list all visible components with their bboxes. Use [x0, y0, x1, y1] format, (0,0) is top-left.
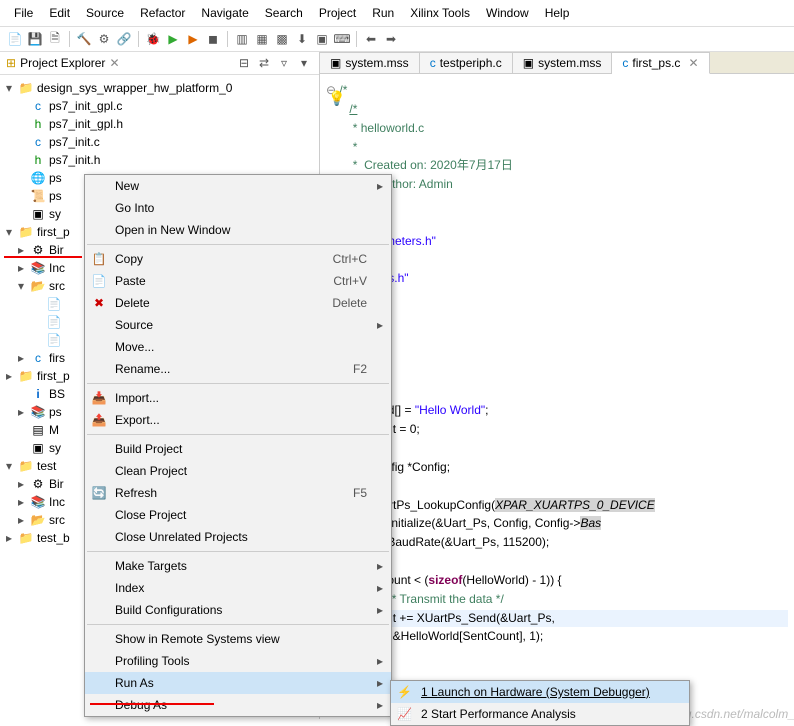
link-icon[interactable]: 🔗 — [115, 30, 133, 48]
submenu-item[interactable]: ⚡1 Launch on Hardware (System Debugger) — [391, 681, 689, 703]
menu-search[interactable]: Search — [259, 4, 309, 22]
menu-index[interactable]: Index▸ — [85, 577, 391, 599]
tree-item[interactable]: cps7_init_gpl.c — [0, 97, 319, 115]
new-icon[interactable]: 📄 — [6, 30, 24, 48]
menu-clean-project[interactable]: Clean Project — [85, 460, 391, 482]
stop-icon[interactable]: ◼ — [204, 30, 222, 48]
tree-item[interactable]: hps7_init.h — [0, 151, 319, 169]
menu-refactor[interactable]: Refactor — [134, 4, 191, 22]
menu-debug-as[interactable]: Debug As▸ — [85, 694, 391, 716]
menu-run-as[interactable]: Run As▸ — [85, 672, 391, 694]
tab-first-ps-c[interactable]: cfirst_ps.c✕ — [612, 52, 709, 74]
back-icon[interactable]: ⬅ — [362, 30, 380, 48]
menu-close-project[interactable]: Close Project — [85, 504, 391, 526]
chip-icon[interactable]: ▥ — [233, 30, 251, 48]
run-as-submenu[interactable]: ⚡1 Launch on Hardware (System Debugger)📈… — [390, 680, 690, 726]
annotation-underline — [4, 256, 82, 258]
menu-file[interactable]: File — [8, 4, 39, 22]
file-icon: c — [622, 56, 628, 70]
submenu-item[interactable]: 📈2 Start Performance Analysis — [391, 703, 689, 725]
menu-go-into[interactable]: Go Into — [85, 197, 391, 219]
tool-icon[interactable]: ⚙ — [95, 30, 113, 48]
menu-xilinx-tools[interactable]: Xilinx Tools — [404, 4, 476, 22]
fpga-icon[interactable]: ▩ — [273, 30, 291, 48]
menu-move-[interactable]: Move... — [85, 336, 391, 358]
menu-paste[interactable]: 📄PasteCtrl+V — [85, 270, 391, 292]
menu-export-[interactable]: 📤Export... — [85, 409, 391, 431]
explorer-icon: ⊞ — [6, 56, 16, 70]
run-icon[interactable]: ▶ — [164, 30, 182, 48]
tab-testperiph-c[interactable]: ctestperiph.c — [420, 52, 513, 73]
tab-system-mss-2[interactable]: ▣system.mss — [513, 52, 613, 73]
menu-rename-[interactable]: Rename...F2 — [85, 358, 391, 380]
menu-edit[interactable]: Edit — [43, 4, 76, 22]
file-icon: c — [430, 56, 436, 70]
tabbar: ▣system.mss ctestperiph.c ▣system.mss cf… — [320, 52, 794, 74]
link-editor-icon[interactable]: ⇄ — [255, 55, 273, 71]
menu-import-[interactable]: 📥Import... — [85, 387, 391, 409]
menu-window[interactable]: Window — [480, 4, 535, 22]
forward-icon[interactable]: ➡ — [382, 30, 400, 48]
menu-refresh[interactable]: 🔄RefreshF5 — [85, 482, 391, 504]
tree-item[interactable]: hps7_init_gpl.h — [0, 115, 319, 133]
context-menu[interactable]: New▸Go IntoOpen in New Window 📋CopyCtrl+C… — [84, 174, 392, 717]
menu-close-unrelated-projects[interactable]: Close Unrelated Projects — [85, 526, 391, 548]
program-icon[interactable]: ⬇ — [293, 30, 311, 48]
view-menu-icon[interactable]: ▾ — [295, 55, 313, 71]
menu-project[interactable]: Project — [313, 4, 362, 22]
menu-source[interactable]: Source▸ — [85, 314, 391, 336]
file-icon: ▣ — [523, 56, 534, 70]
menu-build-project[interactable]: Build Project — [85, 438, 391, 460]
menu-open-in-new-window[interactable]: Open in New Window — [85, 219, 391, 241]
menubar: File Edit Source Refactor Navigate Searc… — [0, 0, 794, 27]
menu-new[interactable]: New▸ — [85, 175, 391, 197]
save-all-icon[interactable]: 🗎 — [46, 30, 64, 48]
menu-make-targets[interactable]: Make Targets▸ — [85, 555, 391, 577]
launch-icon[interactable]: ▶ — [184, 30, 202, 48]
menu-show-in-remote-systems-view[interactable]: Show in Remote Systems view — [85, 628, 391, 650]
debug-icon[interactable]: 🐞 — [144, 30, 162, 48]
tree-item[interactable]: ▾📁design_sys_wrapper_hw_platform_0 — [0, 79, 319, 97]
tab-system-mss-1[interactable]: ▣system.mss — [320, 52, 420, 73]
build-icon[interactable]: 🔨 — [75, 30, 93, 48]
annotation-underline — [90, 703, 214, 705]
menu-navigate[interactable]: Navigate — [195, 4, 254, 22]
close-icon[interactable]: ✕ — [109, 56, 119, 70]
menu-copy[interactable]: 📋CopyCtrl+C — [85, 248, 391, 270]
collapse-all-icon[interactable]: ⊟ — [235, 55, 253, 71]
save-icon[interactable]: 💾 — [26, 30, 44, 48]
menu-delete[interactable]: ✖DeleteDelete — [85, 292, 391, 314]
explorer-title: Project Explorer — [20, 56, 105, 70]
lightbulb-icon[interactable]: 💡 — [328, 90, 345, 107]
toolbar: 📄 💾 🗎 🔨 ⚙ 🔗 🐞 ▶ ▶ ◼ ▥ ▦ ▩ ⬇ ▣ ⌨ ⬅ ➡ — [0, 27, 794, 52]
tree-item[interactable]: cps7_init.c — [0, 133, 319, 151]
menu-help[interactable]: Help — [539, 4, 576, 22]
menu-source[interactable]: Source — [80, 4, 130, 22]
board-icon[interactable]: ▦ — [253, 30, 271, 48]
terminal-icon[interactable]: ⌨ — [333, 30, 351, 48]
file-icon: ▣ — [330, 56, 341, 70]
close-icon[interactable]: ✕ — [688, 56, 698, 70]
menu-profiling-tools[interactable]: Profiling Tools▸ — [85, 650, 391, 672]
menu-run[interactable]: Run — [366, 4, 400, 22]
console-icon[interactable]: ▣ — [313, 30, 331, 48]
filter-icon[interactable]: ▿ — [275, 55, 293, 71]
menu-build-configurations[interactable]: Build Configurations▸ — [85, 599, 391, 621]
